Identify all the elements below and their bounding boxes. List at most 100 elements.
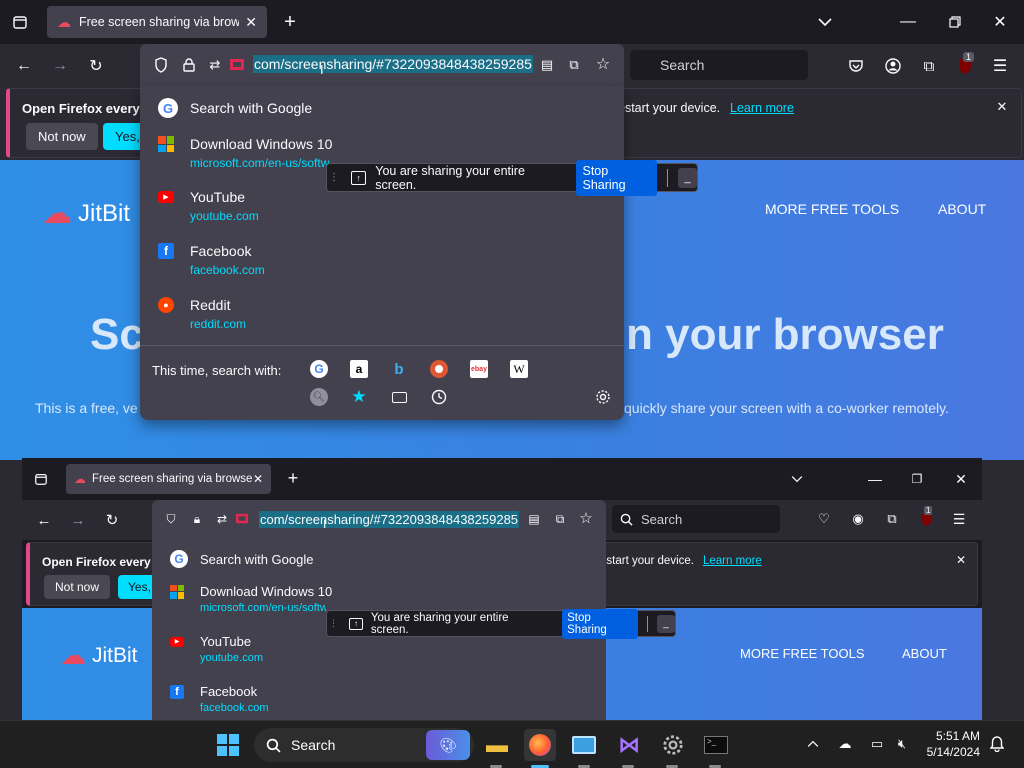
nested-tab-overview-icon[interactable] [32, 470, 50, 488]
show-hidden-icons-chevron-icon[interactable] [804, 735, 822, 753]
nested-restore-icon[interactable]: ❐ [908, 470, 926, 488]
nested-search-with-google-row[interactable]: G Search with Google [170, 550, 313, 568]
nested-back-icon[interactable]: ← [34, 510, 54, 530]
nested-reader-icon[interactable]: ▤ [526, 511, 542, 527]
nested-menu-icon[interactable]: ☰ [950, 510, 968, 528]
tab-overview-icon[interactable] [10, 12, 30, 32]
search-with-google-row[interactable]: G Search with Google [158, 98, 618, 118]
suggestion-facebook[interactable]: f Facebook facebook.com [158, 243, 618, 277]
forward-arrow-icon[interactable]: → [46, 52, 74, 80]
start-windows-icon[interactable] [212, 729, 244, 761]
pocket-icon[interactable] [846, 56, 866, 76]
url-bar[interactable]: ⇄ com/screensharing/#7322093848438259285… [140, 44, 624, 86]
nested-nav-tools[interactable]: MORE FREE TOOLS [740, 646, 865, 661]
wikipedia-engine-icon[interactable]: W [510, 360, 528, 378]
list-tabs-chevron-icon[interactable] [815, 12, 835, 32]
nested-permissions-icon[interactable]: ⇄ [214, 511, 230, 527]
not-now-button[interactable]: Not now [26, 123, 98, 150]
nested-pocket-icon[interactable]: ♡ [815, 510, 833, 528]
nested-lock-icon[interactable]: 🔒︎ [189, 511, 205, 527]
nested-reload-icon[interactable]: ↻ [102, 510, 122, 530]
nested-forward-icon[interactable]: → [68, 510, 88, 530]
reader-view-icon[interactable]: ▤ [538, 56, 556, 74]
picture-in-picture-icon[interactable]: ⧉ [565, 56, 583, 74]
nested-tab[interactable]: ☁ Free screen sharing via browser ✕ [66, 464, 271, 494]
nested-stop-sharing-button[interactable]: Stop Sharing [562, 608, 639, 639]
jitbit-logo[interactable]: ☁ JitBit [42, 196, 130, 231]
file-explorer-icon[interactable]: ▬ [481, 729, 513, 761]
onedrive-offline-icon[interactable]: ☁ [836, 735, 854, 753]
bookmarks-mode-star-icon[interactable]: ★ [350, 387, 368, 406]
nested-suggestion-youtube[interactable]: ▶ YouTube youtube.com [170, 634, 263, 664]
settings-gear-icon[interactable] [657, 729, 689, 761]
nested-account-icon[interactable]: ◉ [849, 510, 867, 528]
url-selected-text[interactable]: com/screensharing/#7322093848438259285 [253, 55, 533, 73]
network-icon[interactable]: ▭ [868, 735, 886, 753]
bing-engine-icon[interactable]: b [390, 360, 408, 378]
firefox-icon[interactable] [524, 729, 556, 761]
close-tab-icon[interactable]: ✕ [245, 14, 257, 31]
search-box[interactable]: Search [630, 50, 808, 80]
notification-bell-icon[interactable] [988, 735, 1006, 753]
back-arrow-icon[interactable]: ← [10, 52, 38, 80]
tab-screen-sharing[interactable]: ☁ Free screen sharing via browser ✕ [47, 6, 267, 38]
close-window-icon[interactable]: ✕ [990, 12, 1010, 32]
suggestion-reddit[interactable]: ● Reddit reddit.com [158, 297, 618, 331]
extensions-puzzle-icon[interactable]: ⧉ [919, 56, 939, 76]
nested-suggestion-facebook[interactable]: f Facebook facebook.com [170, 684, 268, 714]
nested-not-now-button[interactable]: Not now [44, 575, 111, 599]
yes-button[interactable]: Yes, c [103, 123, 145, 150]
learn-more-link[interactable]: Learn more [730, 101, 794, 115]
duckduckgo-engine-icon[interactable] [430, 360, 448, 378]
search-settings-gear-icon[interactable] [594, 388, 612, 406]
url-text[interactable]: com/screensharing/#7322093848438259285 [253, 55, 533, 74]
lock-icon[interactable] [180, 56, 198, 74]
ebay-engine-icon[interactable]: ebay [470, 360, 488, 378]
nested-close-notification-icon[interactable]: ✕ [954, 553, 968, 567]
suggestion-youtube[interactable]: ▶ YouTube youtube.com [158, 189, 618, 223]
visual-studio-icon[interactable]: ⋈ [613, 729, 645, 761]
tracking-shield-icon[interactable] [152, 56, 170, 74]
reload-icon[interactable]: ↻ [82, 52, 110, 80]
minimize-window-icon[interactable]: — [898, 12, 918, 32]
nested-extensions-icon[interactable]: ⧉ [883, 510, 901, 528]
nested-bookmark-star-icon[interactable]: ☆ [578, 510, 594, 527]
remote-desktop-icon[interactable] [568, 729, 600, 761]
volume-muted-icon[interactable]: 🔇︎ [893, 735, 911, 753]
restore-window-icon[interactable] [945, 12, 965, 32]
google-engine-icon[interactable]: G [310, 360, 328, 378]
nested-minimize-icon[interactable]: — [866, 470, 884, 488]
taskbar-search[interactable]: Search 🎨︎ [254, 728, 474, 762]
close-notification-icon[interactable]: ✕ [994, 99, 1010, 115]
nested-url-text[interactable]: com/screensharing/#7322093848438259285 [259, 511, 520, 529]
amazon-engine-icon[interactable]: a [350, 360, 368, 378]
permissions-icon[interactable]: ⇄ [206, 56, 224, 74]
search-mode-icon[interactable]: 🔍︎ [310, 388, 328, 406]
nested-shield-icon[interactable]: ⛉ [163, 511, 179, 527]
nested-nav-about[interactable]: ABOUT [902, 646, 947, 661]
nested-url-selected-text[interactable]: com/screensharing/#7322093848438259285 [259, 511, 520, 528]
nested-jitbit-logo[interactable]: ☁ JitBit [60, 640, 138, 671]
nav-more-free-tools[interactable]: MORE FREE TOOLS [765, 201, 899, 217]
account-icon[interactable] [883, 56, 903, 76]
nested-close-window-icon[interactable]: ✕ [952, 470, 970, 488]
nested-minimize-sharing-button[interactable]: _ [657, 614, 675, 633]
nested-drag-handle-icon[interactable]: ⋮ [329, 618, 338, 629]
terminal-icon[interactable]: >_ [700, 729, 732, 761]
nav-about[interactable]: ABOUT [938, 201, 986, 217]
menu-hamburger-icon[interactable]: ☰ [990, 56, 1010, 76]
nested-learn-more-link[interactable]: Learn more [703, 555, 762, 567]
nested-pip-icon[interactable]: ⧉ [552, 511, 568, 527]
bookmark-star-icon[interactable]: ☆ [594, 55, 612, 73]
tabs-mode-icon[interactable] [390, 388, 408, 406]
nested-search-box[interactable]: Search [612, 505, 780, 533]
drag-handle-icon[interactable]: ⋮ [329, 172, 339, 182]
nested-url-bar[interactable]: ⛉ 🔒︎ ⇄ com/screensharing/#73220938484382… [152, 500, 606, 540]
nested-suggestion-windows10[interactable]: Download Windows 10 microsoft.com/en-us/… [170, 584, 332, 614]
history-mode-clock-icon[interactable] [430, 388, 448, 406]
nested-list-tabs-icon[interactable] [788, 470, 806, 488]
nested-new-tab-icon[interactable]: + [284, 468, 302, 488]
nested-share-indicator-icon[interactable] [234, 511, 250, 527]
new-tab-icon[interactable]: + [280, 11, 300, 33]
minimize-sharing-bar-button[interactable]: _ [678, 167, 698, 188]
